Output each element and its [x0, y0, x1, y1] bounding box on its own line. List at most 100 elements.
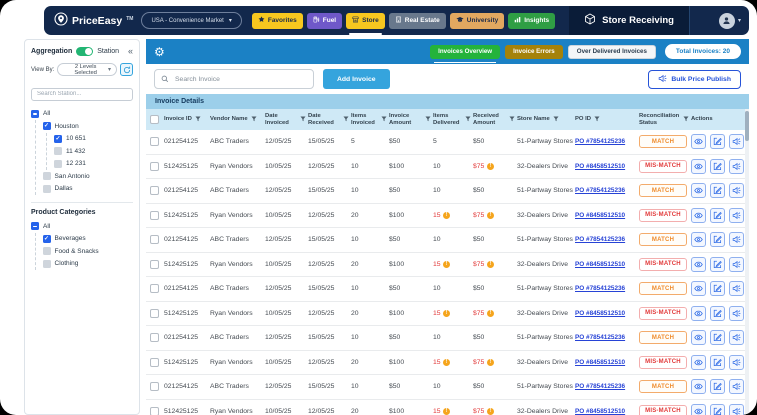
nav-item-store[interactable]: Store — [346, 13, 385, 29]
scrollbar-thumb[interactable] — [745, 111, 749, 141]
publish-button[interactable] — [729, 208, 744, 223]
filter-icon[interactable] — [300, 116, 306, 124]
row-checkbox[interactable] — [150, 382, 159, 391]
checkbox-beverages[interactable] — [43, 235, 51, 243]
checkbox-10-651[interactable] — [54, 135, 62, 143]
station-search-input[interactable] — [31, 88, 133, 101]
filter-icon[interactable] — [553, 116, 559, 124]
filter-icon[interactable] — [425, 116, 431, 124]
tree-item-beverages[interactable]: Beverages — [43, 233, 134, 246]
row-checkbox[interactable] — [150, 284, 159, 293]
publish-button[interactable] — [729, 330, 744, 345]
view-button[interactable] — [691, 355, 706, 370]
po-link[interactable]: PO #8458512510 — [575, 359, 625, 366]
filter-icon[interactable] — [381, 116, 387, 124]
view-button[interactable] — [691, 281, 706, 296]
row-checkbox[interactable] — [150, 186, 159, 195]
edit-button[interactable] — [710, 355, 725, 370]
filter-icon[interactable] — [343, 116, 349, 124]
filter-icon[interactable] — [594, 116, 600, 124]
edit-button[interactable] — [710, 281, 725, 296]
refresh-button[interactable] — [120, 63, 133, 76]
tree-item-dallas[interactable]: Dallas — [43, 183, 134, 196]
view-button[interactable] — [691, 404, 706, 415]
po-link[interactable]: PO #7854125236 — [575, 236, 625, 243]
row-checkbox[interactable] — [150, 235, 159, 244]
checkbox-11-432[interactable] — [54, 147, 62, 155]
view-button[interactable] — [691, 330, 706, 345]
view-button[interactable] — [691, 379, 706, 394]
row-checkbox[interactable] — [150, 211, 159, 220]
edit-button[interactable] — [710, 208, 725, 223]
nav-item-insights[interactable]: Insights — [508, 13, 555, 29]
publish-button[interactable] — [729, 183, 744, 198]
tree-item-11-432[interactable]: 11 432 — [54, 145, 133, 158]
filter-icon[interactable] — [465, 116, 471, 124]
user-menu[interactable]: ▾ — [719, 13, 741, 29]
po-link[interactable]: PO #8458512510 — [575, 212, 625, 219]
view-button[interactable] — [691, 232, 706, 247]
collapse-sidebar-icon[interactable]: « — [128, 47, 133, 56]
publish-button[interactable] — [729, 281, 744, 296]
po-link[interactable]: PO #8458512510 — [575, 163, 625, 170]
row-checkbox[interactable] — [150, 358, 159, 367]
edit-button[interactable] — [710, 306, 725, 321]
filter-icon[interactable] — [509, 116, 515, 124]
tab-over-delivered-invoices[interactable]: Over Delivered Invoices — [568, 45, 656, 59]
checkbox-food-snacks[interactable] — [43, 247, 51, 255]
checkbox-12-231[interactable] — [54, 160, 62, 168]
edit-button[interactable] — [710, 134, 725, 149]
row-checkbox[interactable] — [150, 137, 159, 146]
edit-button[interactable] — [710, 330, 725, 345]
row-checkbox[interactable] — [150, 309, 159, 318]
edit-button[interactable] — [710, 257, 725, 272]
checkbox-houston[interactable] — [43, 122, 51, 130]
view-button[interactable] — [691, 159, 706, 174]
view-by-dropdown[interactable]: 2 Levels Selected ▾ — [57, 63, 117, 76]
view-button[interactable] — [691, 306, 706, 321]
row-checkbox[interactable] — [150, 260, 159, 269]
tab-invoices-overview[interactable]: Invoices Overview — [430, 45, 500, 59]
aggregation-toggle[interactable] — [76, 47, 93, 56]
po-link[interactable]: PO #8458512510 — [575, 408, 625, 415]
row-checkbox[interactable] — [150, 333, 159, 342]
checkbox-clothing[interactable] — [43, 260, 51, 268]
view-button[interactable] — [691, 183, 706, 198]
publish-button[interactable] — [729, 232, 744, 247]
po-link[interactable]: PO #7854125236 — [575, 138, 625, 145]
row-checkbox[interactable] — [150, 162, 159, 171]
edit-button[interactable] — [710, 404, 725, 415]
checkbox-all[interactable] — [31, 110, 39, 118]
tree-item-all[interactable]: All — [31, 108, 133, 121]
view-button[interactable] — [691, 257, 706, 272]
bulk-price-publish-button[interactable]: Bulk Price Publish — [648, 70, 741, 89]
po-link[interactable]: PO #7854125236 — [575, 334, 625, 341]
po-link[interactable]: PO #7854125236 — [575, 187, 625, 194]
publish-button[interactable] — [729, 134, 744, 149]
add-invoice-button[interactable]: Add Invoice — [323, 69, 390, 89]
checkbox-dallas[interactable] — [43, 185, 51, 193]
checkbox-all[interactable] — [31, 222, 39, 230]
invoice-search-input[interactable] — [173, 75, 307, 84]
nav-item-favorites[interactable]: Favorites — [252, 13, 303, 29]
market-selector[interactable]: USA - Convenience Market ▾ — [141, 12, 241, 29]
filter-icon[interactable] — [195, 116, 201, 124]
tree-item-food-snacks[interactable]: Food & Snacks — [43, 245, 134, 258]
tree-item-12-231[interactable]: 12 231 — [54, 158, 133, 171]
po-link[interactable]: PO #7854125236 — [575, 383, 625, 390]
po-link[interactable]: PO #8458512510 — [575, 310, 625, 317]
view-button[interactable] — [691, 208, 706, 223]
edit-button[interactable] — [710, 183, 725, 198]
view-button[interactable] — [691, 134, 706, 149]
publish-button[interactable] — [729, 355, 744, 370]
filter-icon[interactable] — [683, 116, 689, 124]
po-link[interactable]: PO #8458512510 — [575, 261, 625, 268]
publish-button[interactable] — [729, 306, 744, 321]
filter-icon[interactable] — [251, 116, 257, 124]
tree-item-all[interactable]: All — [31, 220, 133, 233]
nav-item-university[interactable]: University — [450, 13, 504, 29]
publish-button[interactable] — [729, 379, 744, 394]
po-link[interactable]: PO #7854125236 — [575, 285, 625, 292]
publish-button[interactable] — [729, 159, 744, 174]
publish-button[interactable] — [729, 257, 744, 272]
